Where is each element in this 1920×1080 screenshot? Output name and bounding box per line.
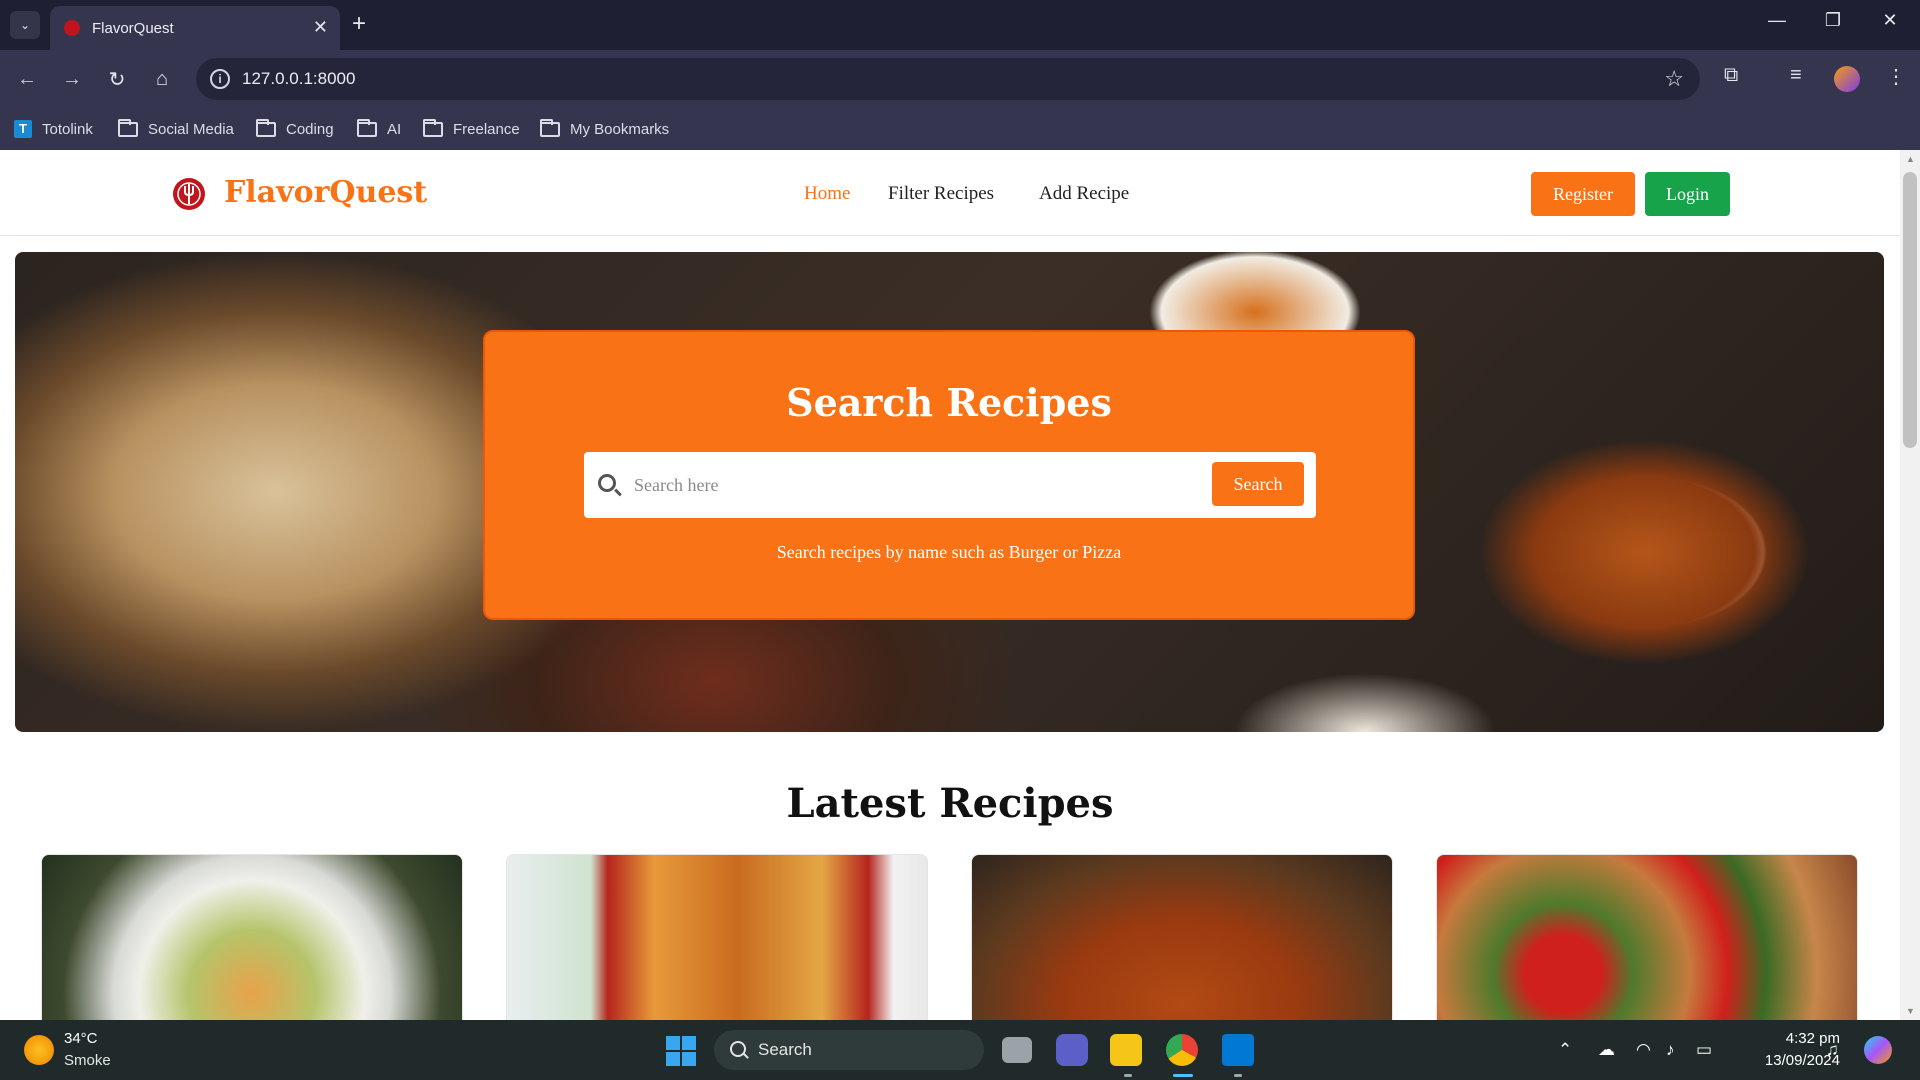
bookmark-label: Totolink xyxy=(42,120,93,138)
scroll-thumb[interactable] xyxy=(1903,172,1917,448)
bookmark-label: Social Media xyxy=(148,120,234,138)
file-explorer-icon[interactable] xyxy=(1110,1034,1142,1066)
register-button[interactable]: Register xyxy=(1531,172,1635,216)
nav-filter-recipes[interactable]: Filter Recipes xyxy=(888,183,994,205)
latest-recipes-title: Latest Recipes xyxy=(786,780,1114,827)
hero-title: Search Recipes xyxy=(786,380,1112,425)
bookmarks-bar: T Totolink Social Media Coding AI Freela… xyxy=(0,108,1920,150)
wifi-icon[interactable]: ◠ xyxy=(1636,1040,1651,1060)
search-hint: Search recipes by name such as Burger or… xyxy=(776,542,1122,562)
tab-title: FlavorQuest xyxy=(92,19,174,37)
weather-description[interactable]: Smoke xyxy=(64,1052,111,1069)
taskbar-search[interactable]: Search xyxy=(714,1030,984,1070)
logo-icon[interactable] xyxy=(172,177,206,211)
media-control-icon[interactable]: ≡ xyxy=(1790,64,1802,87)
folder-icon xyxy=(256,118,276,137)
task-view-icon[interactable] xyxy=(1002,1037,1032,1063)
taskbar: 34°C Smoke Search ⌃ ☁ ◠ ♪ ▭ 4:32 pm 13/0… xyxy=(0,1020,1920,1080)
search-button[interactable]: Search xyxy=(1212,462,1304,506)
bookmark-freelance[interactable]: Freelance xyxy=(423,117,520,141)
bookmark-social-media[interactable]: Social Media xyxy=(118,117,234,141)
recipe-card-image[interactable] xyxy=(41,854,463,1020)
taskbar-search-label: Search xyxy=(758,1040,812,1059)
onedrive-icon[interactable]: ☁ xyxy=(1598,1040,1615,1060)
bookmark-totolink[interactable]: T Totolink xyxy=(14,117,93,141)
extensions-icon[interactable]: ⧉ xyxy=(1724,64,1738,87)
address-bar[interactable]: i 127.0.0.1:8000 ☆ xyxy=(196,58,1700,100)
profile-avatar[interactable] xyxy=(1834,66,1860,92)
menu-icon[interactable]: ⋮ xyxy=(1886,64,1906,89)
folder-icon xyxy=(423,118,443,137)
new-tab-button[interactable]: + xyxy=(352,12,366,36)
bookmark-my-bookmarks[interactable]: My Bookmarks xyxy=(540,117,669,141)
hero-banner: Search Recipes Search Search recipes by … xyxy=(15,252,1884,732)
recipe-card-image[interactable] xyxy=(506,854,928,1020)
recipe-card-image[interactable] xyxy=(1436,854,1858,1020)
chrome-icon[interactable] xyxy=(1166,1034,1198,1066)
page-viewport: FlavorQuest Home Filter Recipes Add Reci… xyxy=(0,150,1900,1020)
bookmark-ai[interactable]: AI xyxy=(357,117,401,141)
site-favicon-icon xyxy=(64,20,80,36)
notification-bell-icon[interactable]: ♫ xyxy=(1826,1040,1839,1060)
bookmark-label: AI xyxy=(387,120,402,138)
bookmark-coding[interactable]: Coding xyxy=(256,117,334,141)
minimize-button[interactable]: — xyxy=(1757,10,1797,31)
brand-name[interactable]: FlavorQuest xyxy=(224,175,427,210)
weather-icon[interactable] xyxy=(24,1035,54,1065)
scroll-down-icon[interactable]: ▼ xyxy=(1906,1006,1915,1016)
url-text[interactable]: 127.0.0.1:8000 xyxy=(242,69,355,89)
scroll-up-icon[interactable]: ▲ xyxy=(1906,154,1915,164)
close-window-button[interactable]: ✕ xyxy=(1870,10,1910,31)
nav-add-recipe[interactable]: Add Recipe xyxy=(1039,183,1129,205)
bookmark-label: Coding xyxy=(286,120,334,138)
recipe-card-image[interactable] xyxy=(971,854,1393,1020)
site-info-icon[interactable]: i xyxy=(210,69,230,89)
clock-date[interactable]: 13/09/2024 xyxy=(1730,1052,1840,1069)
nav-home[interactable]: Home xyxy=(804,183,850,205)
browser-tab[interactable]: FlavorQuest ✕ xyxy=(50,6,340,50)
back-icon[interactable]: ← xyxy=(12,64,42,94)
folder-icon xyxy=(357,118,377,137)
battery-icon[interactable]: ▭ xyxy=(1696,1040,1712,1060)
home-icon[interactable]: ⌂ xyxy=(147,64,177,94)
app-running-indicator xyxy=(1234,1074,1242,1077)
login-button[interactable]: Login xyxy=(1645,172,1730,216)
folder-icon xyxy=(540,118,560,137)
windows-start-icon[interactable] xyxy=(666,1036,696,1066)
folder-icon xyxy=(118,118,138,137)
browser-titlebar: ⌄ FlavorQuest ✕ + — ❐ ✕ xyxy=(0,0,1920,50)
search-box: Search xyxy=(584,452,1316,518)
page-scrollbar[interactable]: ▲ ▼ xyxy=(1900,150,1920,1020)
volume-icon[interactable]: ♪ xyxy=(1666,1040,1675,1060)
site-header: FlavorQuest Home Filter Recipes Add Reci… xyxy=(0,150,1900,236)
search-icon xyxy=(730,1041,746,1057)
bookmark-label: My Bookmarks xyxy=(570,120,670,138)
tab-search-button[interactable]: ⌄ xyxy=(10,11,40,39)
forward-icon[interactable]: → xyxy=(57,64,87,94)
show-hidden-icons-icon[interactable]: ⌃ xyxy=(1558,1040,1572,1060)
restore-button[interactable]: ❐ xyxy=(1813,10,1853,31)
reload-icon[interactable]: ↻ xyxy=(102,64,132,94)
teams-icon[interactable] xyxy=(1056,1034,1088,1066)
weather-temperature[interactable]: 34°C xyxy=(64,1030,98,1047)
search-panel: Search Recipes Search Search recipes by … xyxy=(483,330,1415,620)
browser-toolbar: ← → ↻ ⌂ i 127.0.0.1:8000 ☆ ⧉ ≡ ⋮ xyxy=(0,50,1920,108)
search-input[interactable] xyxy=(634,468,1194,502)
app-running-indicator xyxy=(1124,1074,1132,1077)
bookmark-label: Freelance xyxy=(453,120,520,138)
totolink-favicon-icon: T xyxy=(14,120,32,138)
app-active-indicator xyxy=(1173,1074,1193,1077)
close-tab-icon[interactable]: ✕ xyxy=(313,18,328,36)
bookmark-star-icon[interactable]: ☆ xyxy=(1664,66,1684,92)
vscode-icon[interactable] xyxy=(1222,1034,1254,1066)
copilot-icon[interactable] xyxy=(1864,1036,1892,1064)
search-icon xyxy=(598,474,616,492)
